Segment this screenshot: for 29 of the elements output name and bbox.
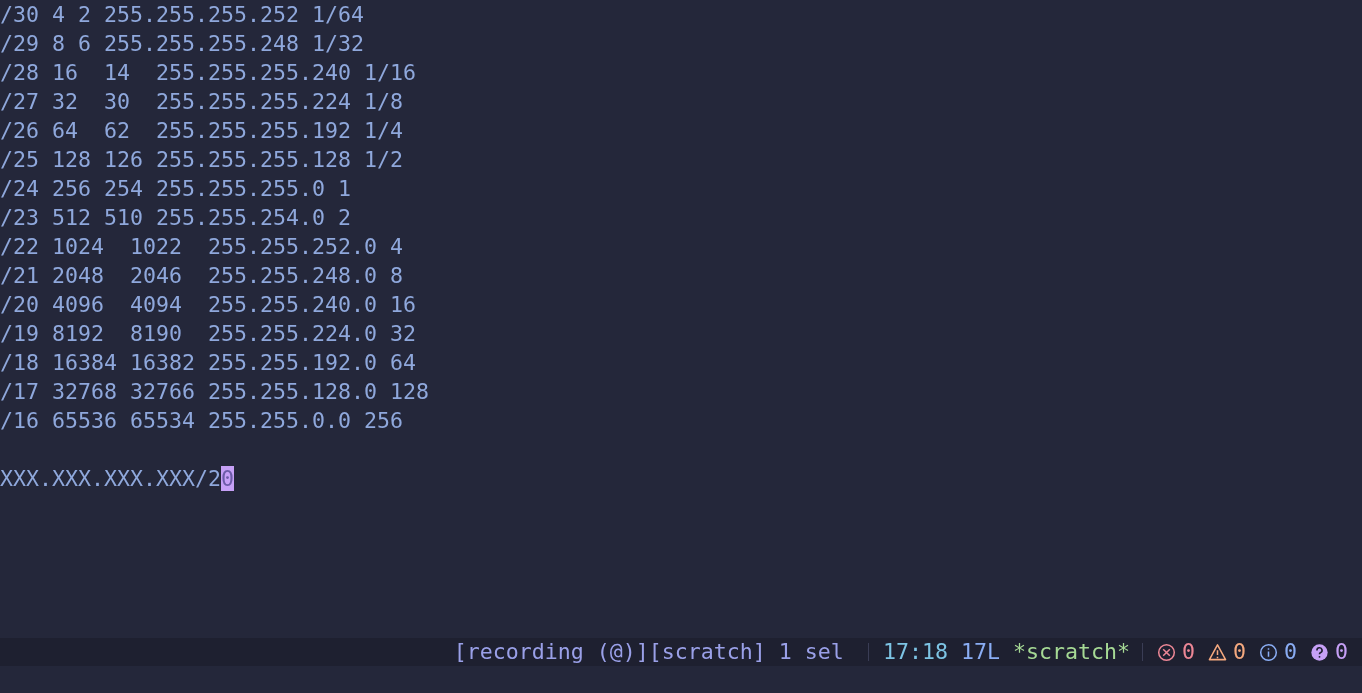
diagnostic-count: 0: [1283, 638, 1297, 666]
warning-icon: [1207, 642, 1227, 662]
code-line: /20 4096 4094 255.255.240.0 16: [0, 292, 417, 317]
code-line: /17 32768 32766 255.255.128.0 128: [0, 379, 430, 404]
code-line: /29 8 6 255.255.255.248 1/32: [0, 31, 364, 56]
code-line: /23 512 510 255.255.254.0 2: [0, 205, 351, 230]
cursor-position: 17:18: [882, 638, 948, 666]
mode-indicator: [recording (@)][scratch] 1 sel: [453, 638, 844, 666]
error-icon: [1156, 642, 1176, 662]
buffer-name: *scratch*: [1012, 638, 1130, 666]
code-line: /21 2048 2046 255.255.248.0 8: [0, 263, 404, 288]
code-line: /22 1024 1022 255.255.252.0 4: [0, 234, 404, 259]
line-count: 17L: [960, 638, 1000, 666]
code-line: /18 16384 16382 255.255.192.0 64: [0, 350, 417, 375]
code-line: /16 65536 65534 255.255.0.0 256: [0, 408, 404, 433]
diagnostic-count: 0: [1232, 638, 1246, 666]
help-icon: [1310, 642, 1329, 662]
code-line: /19 8192 8190 255.255.224.0 32: [0, 321, 417, 346]
diagnostic-count: 0: [1335, 638, 1348, 666]
code-line: /27 32 30 255.255.255.224 1/8: [0, 89, 404, 114]
info-icon: [1258, 642, 1278, 662]
code-line: XXX.XXX.XXX.XXX/2: [0, 466, 221, 491]
code-line: /26 64 62 255.255.255.192 1/4: [0, 118, 404, 143]
code-line: /28 16 14 255.255.255.240 1/16: [0, 60, 417, 85]
text-cursor: 0: [221, 466, 235, 491]
code-line: /24 256 254 255.255.255.0 1: [0, 176, 351, 201]
code-line: /25 128 126 255.255.255.128 1/2: [0, 147, 404, 172]
code-line: /30 4 2 255.255.255.252 1/64: [0, 2, 364, 27]
diagnostic-count: 0: [1181, 638, 1195, 666]
